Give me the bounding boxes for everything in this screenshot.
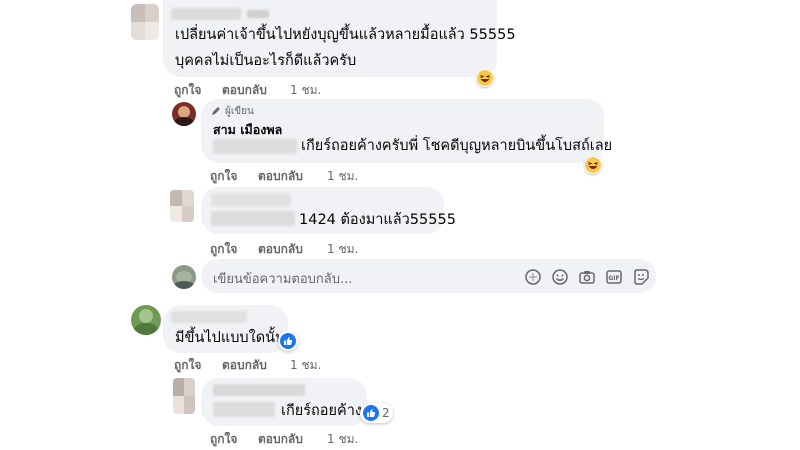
comment-text: มีขึ้นไปแบบใดนั้น xyxy=(175,330,285,346)
comment-text: เปลี่ยนค่าเจ้าขึ้นไปหยังบุญขึ้นแล้วหลายม… xyxy=(175,27,516,43)
redacted-author-name xyxy=(171,8,241,20)
comment-bubble: ผู้เขียน สาม เมืองพล เกียร์ถอยค้างครับพี… xyxy=(201,99,612,163)
comment-timestamp[interactable]: 1 ชม. xyxy=(327,430,358,449)
svg-text:GIF: GIF xyxy=(608,275,619,282)
comment-timestamp[interactable]: 1 ชม. xyxy=(327,167,358,186)
like-button[interactable]: ถูกใจ xyxy=(210,167,237,186)
like-reaction-badge[interactable] xyxy=(278,331,298,351)
reply-input[interactable]: เขียนข้อความตอบกลับ... xyxy=(213,268,352,289)
comment-text: เกียร์ถอยค้าง xyxy=(281,403,362,419)
current-user-avatar[interactable] xyxy=(172,265,196,289)
pencil-icon xyxy=(212,107,220,115)
like-button[interactable]: ถูกใจ xyxy=(210,430,237,449)
redacted-author-name xyxy=(171,311,247,323)
avatar-sticker-icon[interactable] xyxy=(632,268,650,286)
like-button[interactable]: ถูกใจ xyxy=(174,356,201,375)
reply-button[interactable]: ตอบกลับ xyxy=(258,430,303,449)
like-icon xyxy=(363,405,379,421)
reaction-count: 2 xyxy=(382,406,390,420)
comment-text: เกียร์ถอยค้างครับพี่ โชคดีบุญหลายบินขึ้น… xyxy=(301,138,613,154)
comment-text: บุคคลไม่เป็นอะไรก็ดีแล้วครับ xyxy=(175,53,357,69)
comment-timestamp[interactable]: 1 ชม. xyxy=(290,81,321,100)
comment-bubble: มีขึ้นไปแบบใดนั้น xyxy=(163,305,288,353)
camera-icon[interactable] xyxy=(578,268,596,286)
commenter-avatar[interactable] xyxy=(173,378,195,414)
sticker-icon[interactable] xyxy=(524,268,542,286)
reply-button[interactable]: ตอบกลับ xyxy=(222,81,267,100)
author-badge: ผู้เขียน xyxy=(225,106,254,117)
laughing-emoji-icon[interactable] xyxy=(476,69,494,87)
comment-text: 1424 ต้องมาแล้ว55555 xyxy=(299,212,456,228)
commenter-avatar[interactable] xyxy=(170,190,194,222)
like-icon xyxy=(280,333,296,349)
commenter-avatar[interactable] xyxy=(131,305,161,335)
gif-icon[interactable]: GIF xyxy=(605,268,623,286)
redacted-mention xyxy=(211,211,295,226)
like-reaction-badge[interactable]: 2 xyxy=(360,403,393,423)
like-button[interactable]: ถูกใจ xyxy=(210,240,237,259)
redacted-author-name xyxy=(211,193,291,207)
comment-bubble: เปลี่ยนค่าเจ้าขึ้นไปหยังบุญขึ้นแล้วหลายม… xyxy=(163,0,516,77)
redacted-author-name xyxy=(247,10,269,18)
comment-bubble: 1424 ต้องมาแล้ว55555 xyxy=(201,187,456,234)
redacted-mention xyxy=(213,402,275,417)
author-avatar[interactable] xyxy=(172,102,196,126)
comment-timestamp[interactable]: 1 ชม. xyxy=(290,356,321,375)
comment-bubble: เกียร์ถอยค้าง xyxy=(201,378,367,426)
like-button[interactable]: ถูกใจ xyxy=(174,81,201,100)
laughing-emoji-icon[interactable] xyxy=(584,156,602,174)
commenter-avatar[interactable] xyxy=(131,4,159,40)
emoji-icon[interactable] xyxy=(551,268,569,286)
redacted-mention xyxy=(213,139,297,154)
reply-button[interactable]: ตอบกลับ xyxy=(258,167,303,186)
reply-button[interactable]: ตอบกลับ xyxy=(258,240,303,259)
redacted-author-name xyxy=(213,384,305,396)
author-name[interactable]: สาม เมืองพล xyxy=(213,120,282,140)
reply-button[interactable]: ตอบกลับ xyxy=(222,356,267,375)
reply-composer[interactable]: เขียนข้อความตอบกลับ... GIF xyxy=(201,259,656,293)
comment-timestamp[interactable]: 1 ชม. xyxy=(327,240,358,259)
